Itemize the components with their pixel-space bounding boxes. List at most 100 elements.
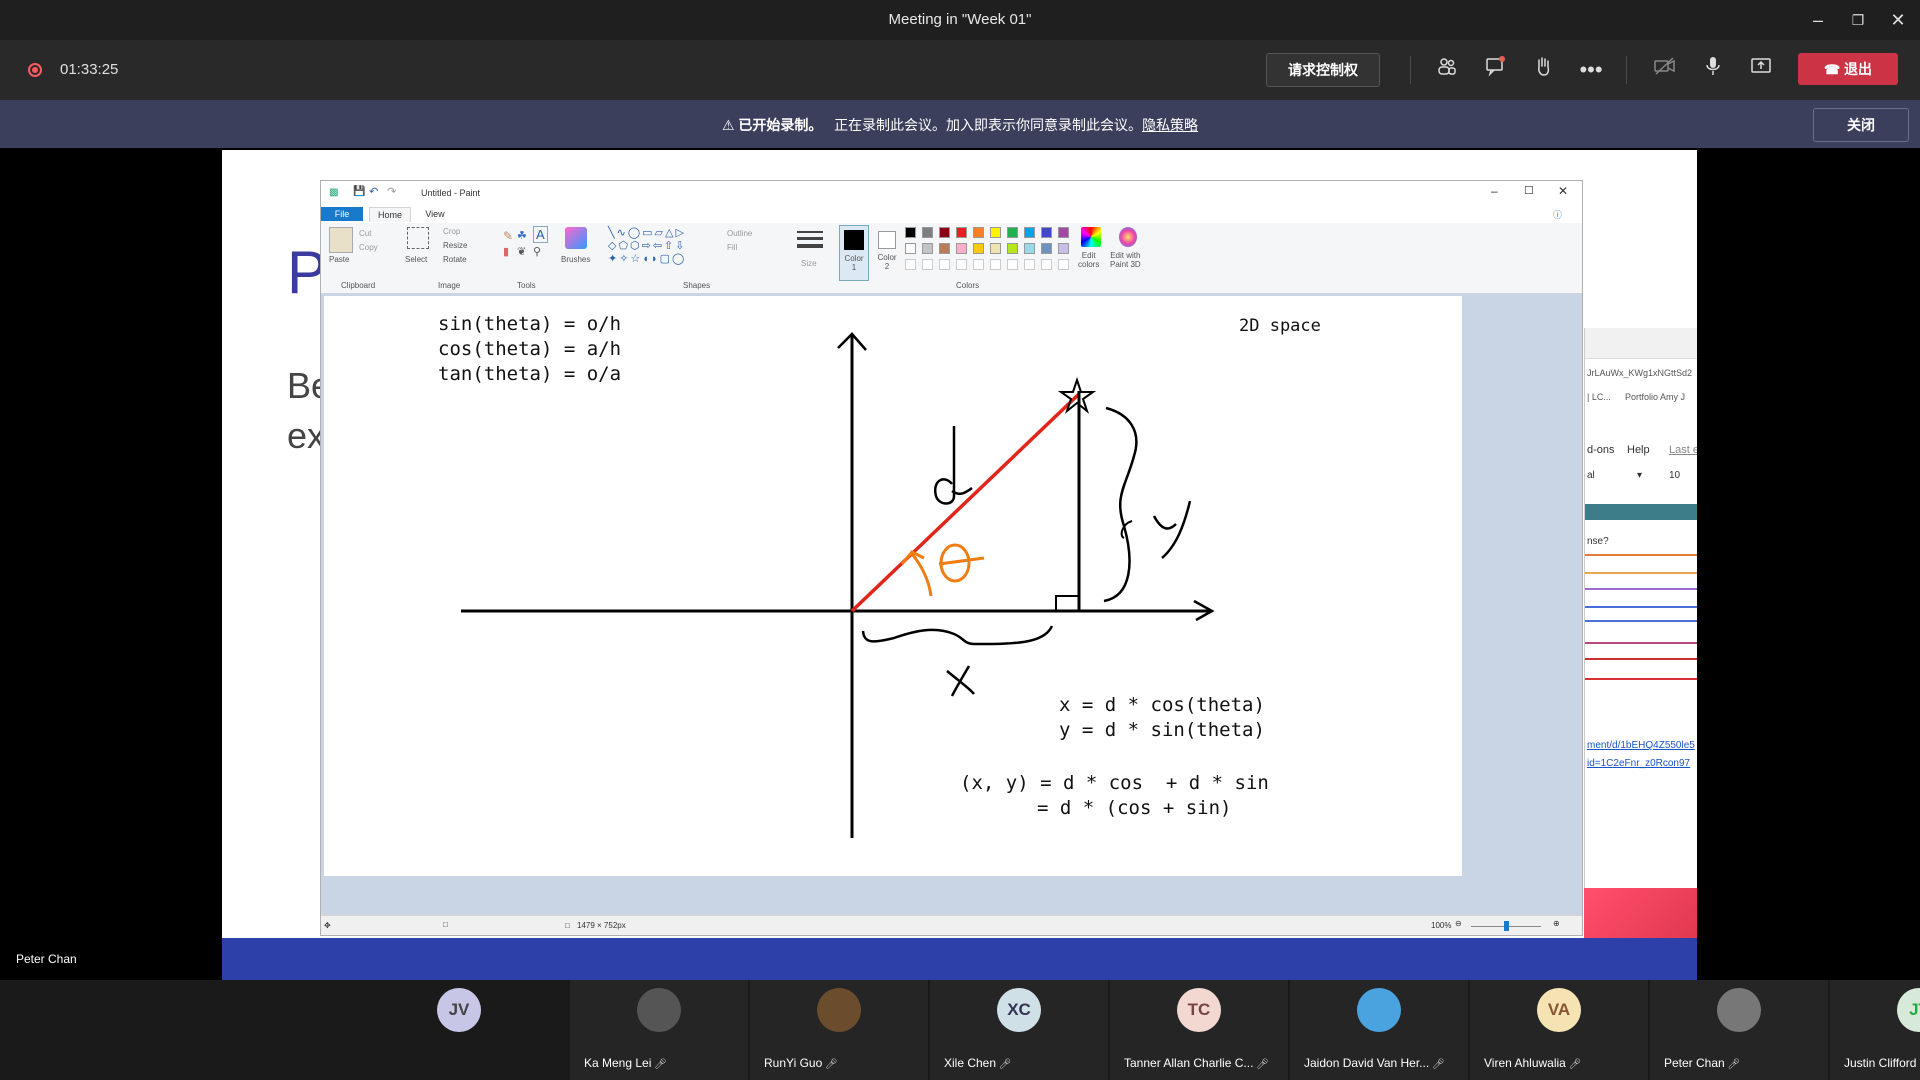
palette-swatch[interactable] (990, 243, 1001, 254)
paint-canvas[interactable]: sin(theta) = o/h cos(theta) = a/h tan(th… (324, 296, 1462, 876)
palette-swatch-empty[interactable] (1058, 259, 1069, 270)
more-icon[interactable]: ••• (1576, 55, 1606, 85)
palette-swatch[interactable] (922, 243, 933, 254)
camera-off-icon[interactable] (1650, 55, 1680, 85)
brushes-button[interactable]: Brushes (561, 255, 590, 264)
palette-swatch[interactable] (956, 227, 967, 238)
participant-tile[interactable]: Ka Meng Lei 🎤︎ (570, 980, 748, 1080)
palette-swatch-empty[interactable] (922, 259, 933, 270)
resize-button[interactable]: Resize (443, 241, 467, 250)
minimize-icon[interactable]: – (1806, 8, 1830, 32)
pencil-icon[interactable]: ✎ (503, 229, 513, 243)
select-icon[interactable] (407, 227, 429, 249)
fill-icon[interactable]: ☘ (517, 229, 527, 242)
banner-close-button[interactable]: 关闭 (1813, 108, 1909, 142)
font-select[interactable]: al (1587, 470, 1595, 481)
zoom-in-icon[interactable]: ⊕ (1553, 919, 1560, 928)
redo-icon[interactable]: ↷ (387, 185, 396, 198)
eraser-icon[interactable]: ▮ (503, 245, 509, 258)
palette-swatch[interactable] (1058, 243, 1069, 254)
palette-swatch-empty[interactable] (1041, 259, 1052, 270)
palette-swatch[interactable] (973, 243, 984, 254)
zoom-out-icon[interactable]: ⊖ (1455, 919, 1462, 928)
bookmark[interactable]: | LC... (1587, 392, 1611, 402)
tab-view[interactable]: View (415, 207, 455, 221)
mic-icon[interactable] (1698, 55, 1728, 85)
brushes-icon[interactable] (565, 227, 587, 249)
rotate-button[interactable]: Rotate (443, 255, 467, 264)
outline-button[interactable]: Outline (727, 229, 752, 238)
color1-button[interactable]: Color 1 (839, 225, 869, 281)
crop-button[interactable]: Crop (443, 227, 460, 236)
close-icon[interactable]: ✕ (1886, 8, 1910, 32)
help-icon[interactable]: ⓘ (1553, 208, 1562, 221)
palette-swatch-empty[interactable] (1024, 259, 1035, 270)
palette-swatch[interactable] (905, 243, 916, 254)
shapes-gallery[interactable]: ╲∿◯▭▱△▷ ◇⬠⬡⇨⇦⇧⇩ ✦✧☆◖◗▢◯ (608, 227, 718, 269)
participant-tile[interactable]: Peter Chan 🎤︎ (1650, 980, 1828, 1080)
palette-swatch[interactable] (1024, 227, 1035, 238)
minimize-icon[interactable]: – (1491, 184, 1498, 198)
palette-swatch[interactable] (1058, 227, 1069, 238)
participant-tile[interactable]: VA Viren Ahluwalia 🎤︎ (1470, 980, 1648, 1080)
palette-swatch[interactable] (973, 227, 984, 238)
palette-swatch[interactable] (939, 227, 950, 238)
participant-tile[interactable]: TC Tanner Allan Charlie C... 🎤︎ (1110, 980, 1288, 1080)
select-button[interactable]: Select (405, 255, 427, 264)
save-icon[interactable]: 💾 (353, 186, 365, 197)
zoom-slider-thumb[interactable] (1504, 921, 1509, 931)
text-icon[interactable]: A (533, 226, 548, 243)
chat-icon[interactable] (1480, 55, 1510, 85)
tab-file[interactable]: File (321, 207, 363, 221)
chevron-down-icon[interactable]: ▾ (1637, 470, 1642, 481)
participants-icon[interactable] (1432, 55, 1462, 85)
edit-colors-icon[interactable] (1081, 227, 1101, 247)
restore-icon[interactable]: ❐ (1846, 8, 1870, 32)
palette-swatch-empty[interactable] (990, 259, 1001, 270)
menu-item[interactable]: d-ons (1587, 444, 1615, 456)
palette-swatch-empty[interactable] (973, 259, 984, 270)
palette-swatch-empty[interactable] (1007, 259, 1018, 270)
palette-swatch[interactable] (956, 243, 967, 254)
size-icon[interactable] (797, 231, 823, 233)
paste-button[interactable]: Paste (329, 255, 349, 264)
edit-colors-button[interactable]: Edit colors (1078, 251, 1099, 269)
link[interactable]: id=1C2eFnr_z0Rcon97 (1587, 758, 1690, 769)
edit-paint3d-button[interactable]: Edit with Paint 3D (1110, 251, 1141, 269)
paint3d-icon[interactable] (1119, 227, 1137, 247)
bookmark[interactable]: Portfolio Amy J (1625, 392, 1685, 402)
palette-swatch-empty[interactable] (905, 259, 916, 270)
palette-swatch[interactable] (1041, 227, 1052, 238)
participant-tile[interactable]: JT Justin Clifford Tim 🎤︎ (1830, 980, 1920, 1080)
palette-swatch[interactable] (905, 227, 916, 238)
palette-swatch[interactable] (1007, 227, 1018, 238)
palette-swatch[interactable] (1007, 243, 1018, 254)
palette-swatch[interactable] (1041, 243, 1052, 254)
paste-icon[interactable] (329, 227, 353, 253)
menu-item[interactable]: Help (1627, 444, 1650, 456)
close-icon[interactable]: ✕ (1558, 184, 1568, 198)
participant-tile[interactable]: JV (370, 980, 548, 1080)
magnifier-icon[interactable]: ⚲ (533, 245, 541, 258)
font-size[interactable]: 10 (1669, 470, 1680, 481)
raise-hand-icon[interactable] (1528, 55, 1558, 85)
color2-button[interactable]: Color 2 (873, 225, 901, 279)
palette-swatch-empty[interactable] (939, 259, 950, 270)
palette-swatch[interactable] (922, 227, 933, 238)
palette-swatch[interactable] (939, 243, 950, 254)
tab-home[interactable]: Home (369, 207, 411, 222)
fill-button[interactable]: Fill (727, 243, 737, 252)
palette-swatch-empty[interactable] (956, 259, 967, 270)
copy-button[interactable]: Copy (359, 243, 378, 252)
palette-swatch[interactable] (1024, 243, 1035, 254)
undo-icon[interactable]: ↶ (369, 185, 378, 198)
participant-tile[interactable]: RunYi Guo 🎤︎ (750, 980, 928, 1080)
participant-tile[interactable]: Jaidon David Van Her... 🎤︎ (1290, 980, 1468, 1080)
cut-button[interactable]: Cut (359, 229, 371, 238)
menu-item[interactable]: Last e (1669, 444, 1697, 456)
participant-tile[interactable]: XC Xile Chen 🎤︎ (930, 980, 1108, 1080)
share-icon[interactable] (1746, 55, 1776, 85)
picker-icon[interactable]: ❦ (517, 245, 526, 258)
palette-swatch[interactable] (990, 227, 1001, 238)
leave-button[interactable]: ☎ 退出 (1798, 53, 1898, 85)
